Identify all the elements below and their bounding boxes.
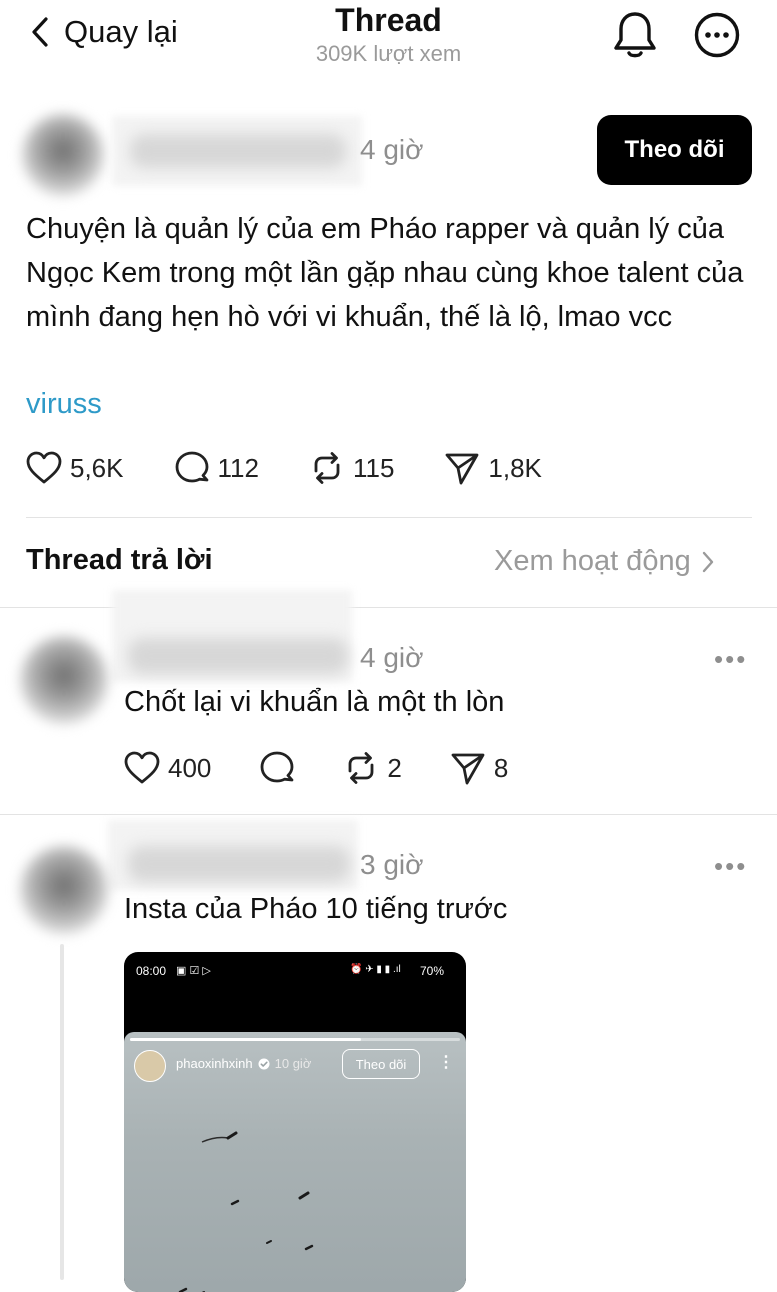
chevron-right-icon bbox=[702, 551, 713, 572]
see-activity-label: Xem hoạt động bbox=[494, 545, 691, 577]
reply-time: 3 giờ bbox=[360, 849, 424, 880]
story-more-icon: ⋮ bbox=[438, 1054, 454, 1071]
story-user: phaoxinhxinh 10 giờ bbox=[176, 1056, 311, 1071]
story-progress-fill bbox=[130, 1038, 361, 1041]
divider bbox=[26, 517, 752, 518]
repost-icon bbox=[314, 452, 340, 484]
comment-count: 112 bbox=[217, 452, 259, 483]
reply-text: Chốt lại vi khuẩn là một th lòn bbox=[124, 686, 505, 718]
reply-time: 4 giờ bbox=[360, 642, 424, 673]
page-title: Thread bbox=[335, 2, 442, 38]
status-icons: ▣ ☑ ▷ bbox=[176, 965, 211, 977]
repost-button[interactable]: 2 bbox=[343, 750, 402, 786]
more-circle-icon bbox=[694, 12, 740, 58]
kites-illustration bbox=[178, 1131, 314, 1292]
more-options-button[interactable] bbox=[694, 12, 740, 63]
story-follow-button: Theo dõi bbox=[342, 1049, 420, 1079]
story-progress bbox=[130, 1038, 460, 1041]
story-username: phaoxinhxinh bbox=[176, 1056, 253, 1071]
reply-avatar[interactable] bbox=[20, 846, 108, 934]
battery-level: 70% bbox=[420, 964, 445, 978]
like-button[interactable]: 5,6K bbox=[26, 451, 124, 485]
heart-icon bbox=[26, 451, 62, 484]
story-avatar bbox=[134, 1050, 166, 1082]
send-icon bbox=[451, 753, 485, 785]
reply-more-button[interactable]: ••• bbox=[714, 644, 747, 675]
reply-actions: 400 2 8 bbox=[124, 750, 508, 786]
author-name-blurred[interactable] bbox=[130, 134, 346, 168]
post-text: Chuyện là quản lý của em Pháo rapper và … bbox=[26, 213, 744, 333]
comment-button[interactable] bbox=[259, 750, 295, 786]
author-avatar[interactable] bbox=[22, 114, 104, 196]
like-count: 5,6K bbox=[70, 452, 124, 483]
like-button[interactable]: 400 bbox=[124, 751, 211, 785]
bell-icon bbox=[614, 12, 656, 58]
share-count: 1,8K bbox=[488, 452, 542, 483]
post-time: 4 giờ bbox=[360, 134, 424, 165]
heart-icon bbox=[124, 751, 160, 784]
see-activity-link[interactable]: Xem hoạt động bbox=[494, 545, 715, 578]
comment-icon bbox=[175, 451, 208, 483]
reply-more-button[interactable]: ••• bbox=[714, 851, 747, 882]
send-icon bbox=[446, 453, 479, 485]
reply-author-blurred[interactable] bbox=[128, 846, 350, 882]
repost-button[interactable]: 115 bbox=[309, 450, 394, 486]
image-status-bar: 08:00 ▣ ☑ ▷ ⏰ ✈ ▮ ▮ .ıl 70% bbox=[124, 952, 466, 990]
view-count: 309K lượt xem bbox=[315, 41, 462, 66]
like-count: 400 bbox=[168, 752, 212, 783]
follow-button[interactable]: Theo dõi bbox=[597, 115, 752, 185]
replies-title: Thread trả lời bbox=[26, 544, 213, 576]
repost-count: 2 bbox=[387, 752, 402, 783]
post-actions: 5,6K 112 115 1,8K bbox=[26, 450, 542, 486]
page-header: Thread 309K lượt xem bbox=[0, 2, 777, 67]
share-button[interactable]: 1,8K bbox=[444, 450, 542, 486]
verified-icon bbox=[258, 1058, 270, 1069]
reply-avatar[interactable] bbox=[20, 636, 108, 724]
share-count: 8 bbox=[493, 752, 509, 783]
story-time: 10 giờ bbox=[274, 1056, 312, 1071]
share-button[interactable]: 8 bbox=[450, 750, 508, 786]
divider bbox=[0, 814, 777, 815]
topic-tag[interactable]: viruss bbox=[26, 388, 102, 421]
comment-icon bbox=[260, 751, 294, 783]
repost-count: 115 bbox=[352, 452, 395, 483]
signal-icons: ⏰ ✈ ▮ ▮ .ıl bbox=[350, 964, 401, 975]
repost-icon bbox=[348, 752, 374, 784]
image-status-time: 08:00 bbox=[136, 964, 167, 978]
notification-button[interactable] bbox=[612, 10, 658, 65]
reply-text: Insta của Pháo 10 tiếng trước bbox=[124, 893, 508, 925]
thread-connector-line bbox=[60, 944, 64, 1280]
attached-image[interactable]: 08:00 ▣ ☑ ▷ ⏰ ✈ ▮ ▮ .ıl 70% phaoxinhxinh… bbox=[124, 952, 466, 1292]
comment-button[interactable]: 112 bbox=[174, 450, 259, 486]
reply-author-blurred[interactable] bbox=[128, 638, 348, 674]
story-view: phaoxinhxinh 10 giờ Theo dõi ⋮ bbox=[124, 1032, 466, 1292]
